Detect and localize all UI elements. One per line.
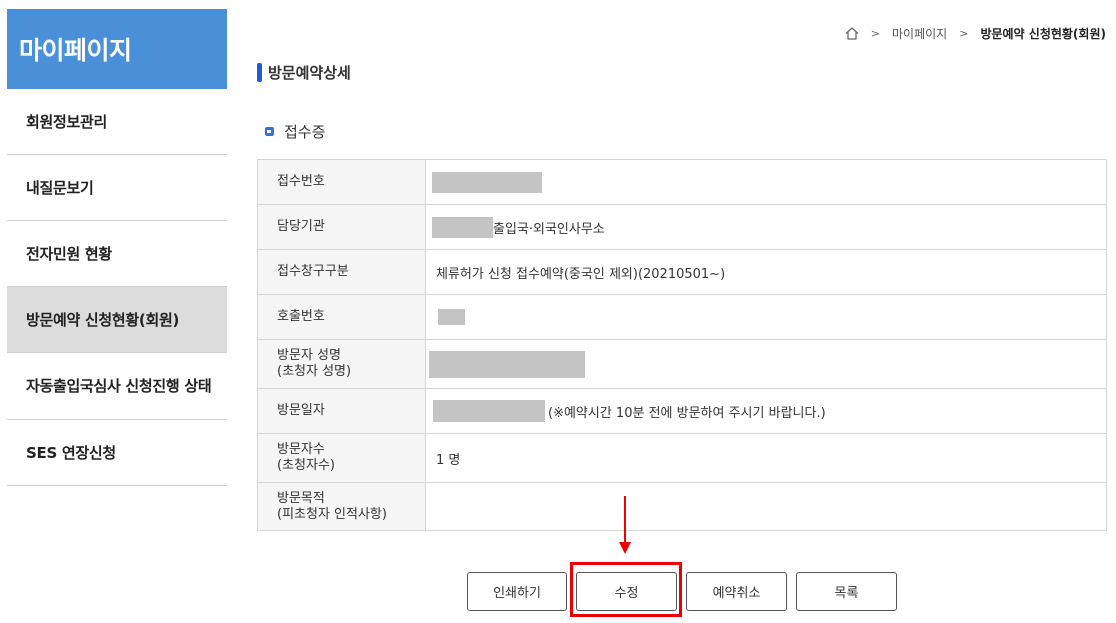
redacted-block (438, 309, 465, 325)
list-button[interactable]: 목록 (796, 572, 897, 611)
sidebar-item-label: 회원정보관리 (26, 112, 108, 131)
table-row: 접수창구구분 체류허가 신청 접수예약(중국인 제외)(20210501~) (257, 249, 1107, 295)
table-row: 접수번호 (257, 159, 1107, 205)
title-marker (257, 63, 262, 82)
chevron-right-icon: > (870, 27, 881, 40)
row-label-line: 방문자수 (277, 442, 325, 457)
table-row: 호출번호 (257, 294, 1107, 340)
section-title: 접수증 (265, 121, 325, 142)
redacted-block (429, 350, 585, 378)
sidebar-item-e-petition[interactable]: 전자민원 현황 (7, 221, 227, 287)
row-label: 방문일자 (257, 388, 426, 434)
row-label-line: (초청자수) (277, 458, 335, 473)
row-value (425, 159, 1107, 205)
row-value: (※예약시간 10분 전에 방문하여 주시기 바랍니다.) (425, 388, 1107, 434)
sidebar-item-my-questions[interactable]: 내질문보기 (7, 155, 227, 221)
row-value (425, 482, 1107, 531)
page-title: 방문예약상세 (257, 62, 351, 83)
row-label-line: (초청자 성명) (277, 364, 352, 379)
sidebar-item-label: 내질문보기 (26, 178, 94, 197)
edit-button[interactable]: 수정 (576, 572, 677, 611)
row-label-line: (피초청자 인적사항) (277, 506, 387, 522)
row-value: 출입국·외국인사무소 (425, 204, 1107, 250)
sidebar-item-ses-extension[interactable]: SES 연장신청 (7, 420, 227, 486)
table-row: 방문자 성명 (초청자 성명) (257, 339, 1107, 389)
breadcrumb-item[interactable]: 마이페이지 (892, 25, 947, 42)
cancel-reservation-button[interactable]: 예약취소 (686, 572, 787, 611)
sidebar-title: 마이페이지 (7, 9, 227, 89)
row-label: 방문자 성명 (초청자 성명) (257, 339, 426, 389)
page-title-text: 방문예약상세 (268, 64, 351, 82)
table-row: 방문일자 (※예약시간 10분 전에 방문하여 주시기 바랍니다.) (257, 388, 1107, 434)
row-label: 방문목적 (피초청자 인적사항) (257, 482, 426, 531)
sidebar-item-label: 방문예약 신청현황(회원) (26, 310, 180, 329)
table-row: 방문자수 (초청자수) 1 명 (257, 433, 1107, 483)
row-value: 1 명 (425, 433, 1107, 483)
reservation-detail-table: 접수번호 담당기관 출입국·외국인사무소 접수창구구분 체류허가 신청 접수예약… (257, 159, 1107, 531)
row-label: 호출번호 (257, 294, 426, 340)
row-label-line: 방문목적 (277, 490, 325, 506)
sidebar-item-label: 전자민원 현황 (26, 244, 112, 263)
row-label: 방문자수 (초청자수) (257, 433, 426, 483)
row-value: 체류허가 신청 접수예약(중국인 제외)(20210501~) (425, 249, 1107, 295)
chevron-right-icon: > (959, 27, 969, 40)
section-title-text: 접수증 (284, 123, 326, 141)
sidebar: 마이페이지 회원정보관리 내질문보기 전자민원 현황 방문예약 신청현황(회원)… (7, 9, 227, 486)
table-row: 방문목적 (피초청자 인적사항) (257, 482, 1107, 531)
print-button[interactable]: 인쇄하기 (467, 572, 567, 611)
redacted-block (432, 171, 542, 193)
table-row: 담당기관 출입국·외국인사무소 (257, 204, 1107, 250)
row-label: 접수번호 (257, 159, 426, 205)
row-value (425, 339, 1107, 389)
annotation-arrow (624, 496, 626, 544)
sidebar-item-label: 자동출입국심사 신청진행 상태 (26, 377, 212, 395)
arrow-box-icon (265, 127, 274, 136)
row-label: 담당기관 (257, 204, 426, 250)
row-label-line: 방문자 성명 (277, 348, 341, 363)
agency-name: 출입국·외국인사무소 (493, 221, 605, 237)
row-label: 접수창구구분 (257, 249, 426, 295)
visit-notice: (※예약시간 10분 전에 방문하여 주시기 바랍니다.) (548, 405, 826, 421)
row-value (425, 294, 1107, 340)
sidebar-item-member-info[interactable]: 회원정보관리 (7, 89, 227, 155)
breadcrumb-current: 방문예약 신청현황(회원) (980, 27, 1106, 41)
redacted-block (433, 400, 545, 422)
arrow-down-icon (619, 542, 631, 554)
breadcrumb: > 마이페이지 > 방문예약 신청현황(회원) (845, 25, 1106, 42)
sidebar-item-visit-reservation[interactable]: 방문예약 신청현황(회원) (7, 287, 227, 353)
sidebar-item-auto-immigration[interactable]: 자동출입국심사 신청진행 상태 (7, 353, 227, 420)
sidebar-item-label: SES 연장신청 (26, 443, 116, 462)
redacted-block (432, 216, 493, 238)
home-icon[interactable] (845, 27, 859, 40)
